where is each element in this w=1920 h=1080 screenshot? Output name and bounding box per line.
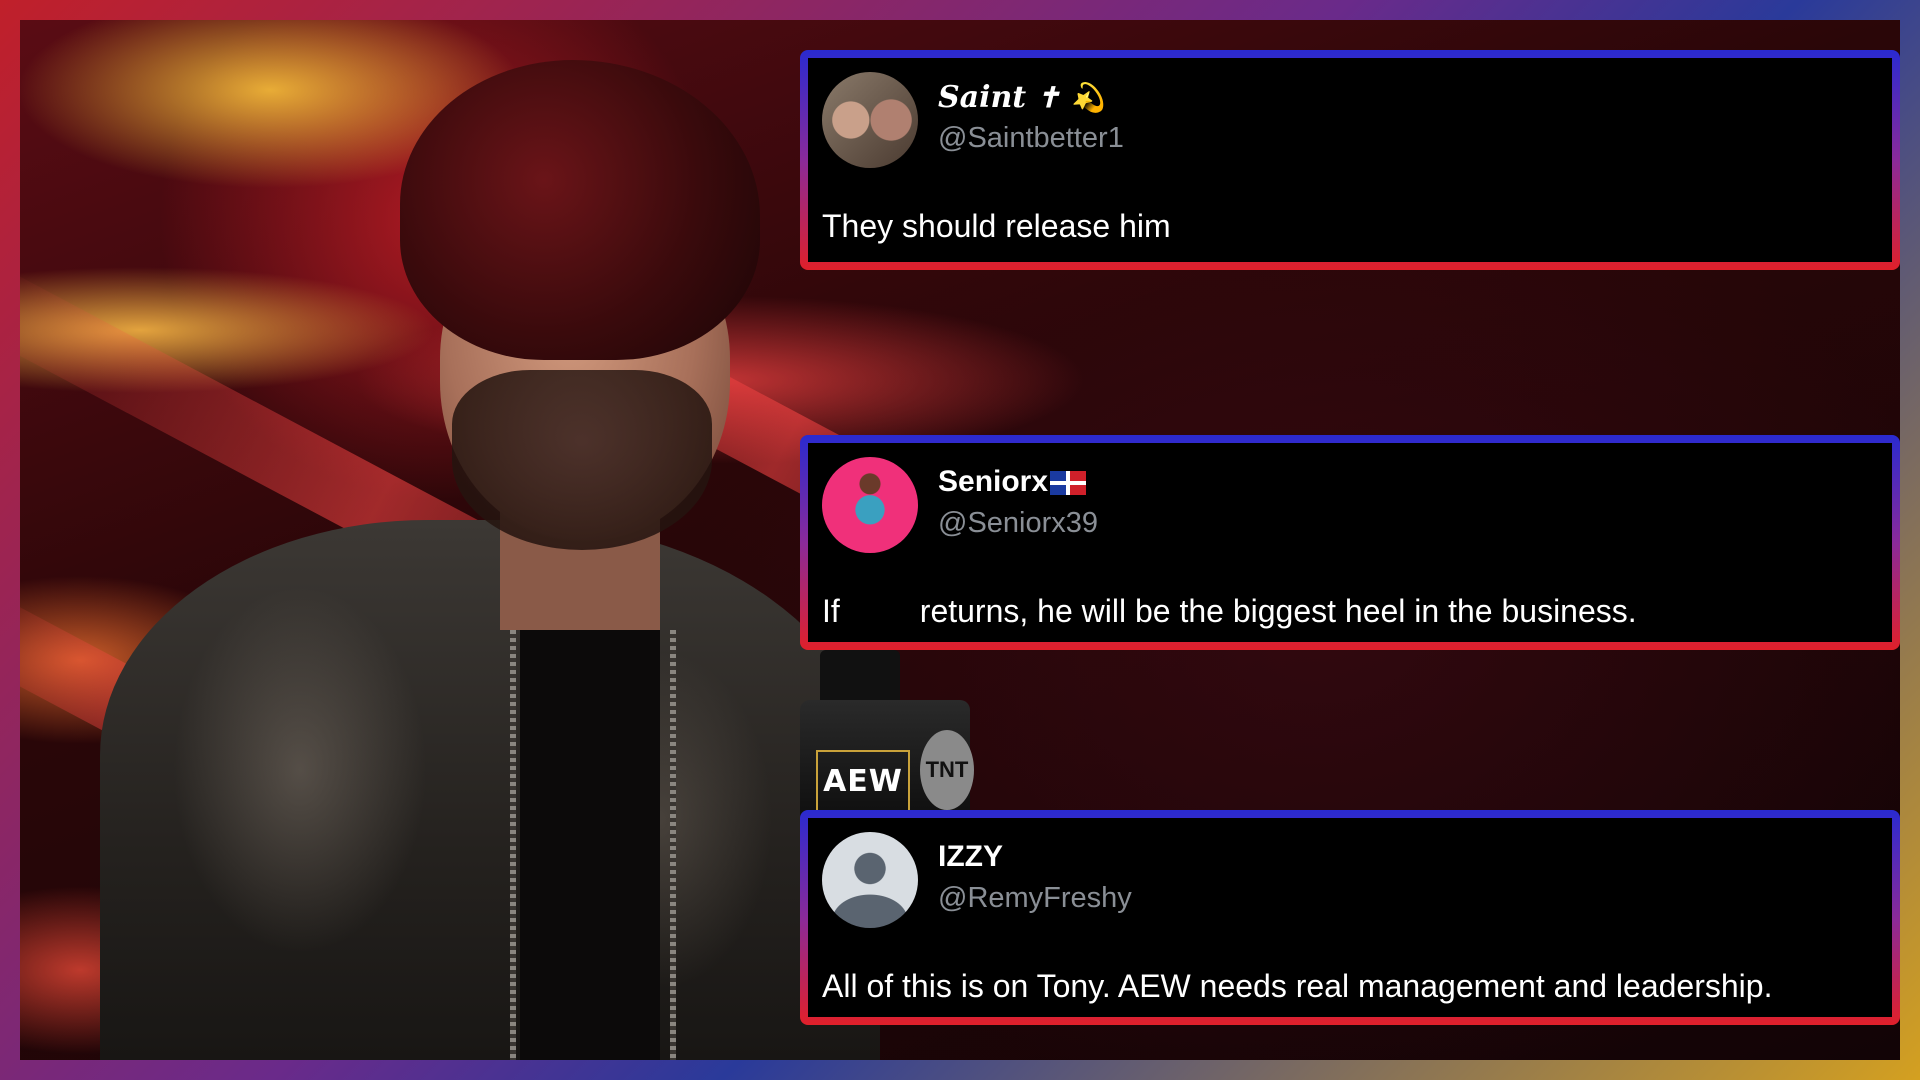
avatar[interactable] bbox=[822, 457, 918, 553]
tweet-text-prefix: If bbox=[822, 593, 840, 629]
beard bbox=[452, 370, 712, 550]
jacket bbox=[100, 520, 880, 1060]
user-handle[interactable]: @RemyFreshy bbox=[938, 882, 1132, 915]
zipper bbox=[510, 630, 516, 1060]
dizzy-icon: 💫 bbox=[1070, 81, 1106, 114]
dominican-flag-icon bbox=[1050, 471, 1087, 496]
tweet-card: Saint ✝ 💫 @Saintbetter1 They should rele… bbox=[800, 50, 1900, 270]
shirt bbox=[520, 590, 660, 1060]
tnt-logo: TNT bbox=[920, 730, 974, 810]
user-handle[interactable]: @Seniorx39 bbox=[938, 507, 1098, 540]
zipper bbox=[670, 630, 676, 1060]
tweet-text: If returns, he will be the biggest heel i… bbox=[822, 593, 1637, 630]
aew-logo: AEW bbox=[816, 750, 910, 814]
display-name[interactable]: Saint ✝ 💫 bbox=[938, 80, 1105, 115]
image-frame: AEW TNT Saint ✝ 💫 @Saintbetter1 They sho… bbox=[20, 20, 1900, 1060]
user-handle[interactable]: @Saintbetter1 bbox=[938, 122, 1124, 155]
avatar[interactable] bbox=[822, 72, 918, 168]
tweet-text: They should release him bbox=[822, 208, 1171, 244]
display-name[interactable]: Seniorx bbox=[938, 465, 1087, 499]
person-photo bbox=[100, 50, 880, 1060]
tweet-card: IZZY @RemyFreshy All of this is on Tony.… bbox=[800, 810, 1900, 1025]
cross-icon: ✝ bbox=[1036, 81, 1061, 114]
hair bbox=[400, 60, 760, 360]
display-name[interactable]: IZZY bbox=[938, 840, 1003, 874]
tweet-text-suffix: returns, he will be the biggest heel in … bbox=[919, 593, 1637, 629]
tweet-card: Seniorx @Seniorx39 If returns, he will be… bbox=[800, 435, 1900, 650]
display-name-text: Seniorx bbox=[938, 465, 1049, 498]
display-name-text: Saint bbox=[938, 80, 1027, 115]
tweet-text: All of this is on Tony. AEW needs real m… bbox=[822, 968, 1773, 1004]
default-avatar-icon[interactable] bbox=[822, 832, 918, 928]
